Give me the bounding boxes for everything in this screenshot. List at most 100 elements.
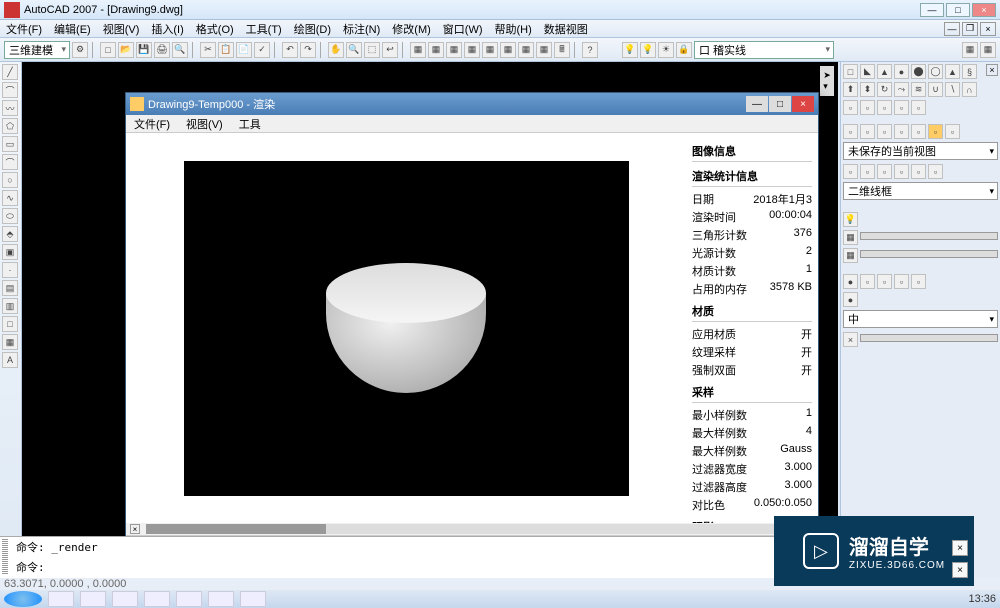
view-tool-e[interactable]: ▫ bbox=[911, 124, 926, 139]
point-icon[interactable]: · bbox=[2, 262, 18, 278]
material-c[interactable]: ▫ bbox=[877, 274, 892, 289]
layer-tool-a[interactable]: ▦ bbox=[962, 42, 978, 58]
vis-d[interactable]: ▫ bbox=[894, 164, 909, 179]
view-dropdown[interactable]: 未保存的当前视图 bbox=[843, 142, 998, 160]
tb-a[interactable]: ▦ bbox=[410, 42, 426, 58]
block-icon[interactable]: ▣ bbox=[2, 244, 18, 260]
taskbar-item-2[interactable] bbox=[80, 591, 106, 607]
doc-close[interactable]: × bbox=[980, 22, 996, 36]
taskbar-item-3[interactable] bbox=[112, 591, 138, 607]
render-maximize[interactable]: □ bbox=[769, 96, 791, 112]
material-b[interactable]: ▫ bbox=[860, 274, 875, 289]
circle-icon[interactable]: ○ bbox=[2, 172, 18, 188]
minimize-button[interactable]: — bbox=[920, 3, 944, 17]
doc-restore[interactable]: ❐ bbox=[962, 22, 978, 36]
solid-cone-icon[interactable]: ▲ bbox=[877, 64, 892, 79]
polyline-icon[interactable]: 〰 bbox=[2, 100, 18, 116]
taskbar-item-6[interactable] bbox=[208, 591, 234, 607]
help-icon[interactable]: ? bbox=[582, 42, 598, 58]
solid-edit-e[interactable]: ▫ bbox=[911, 100, 926, 115]
cut-icon[interactable]: ✂ bbox=[200, 42, 216, 58]
zoom-icon[interactable]: 🔍 bbox=[346, 42, 362, 58]
scroll-track[interactable] bbox=[146, 524, 814, 534]
solid-helix-icon[interactable]: § bbox=[962, 64, 977, 79]
undo-icon[interactable]: ↶ bbox=[282, 42, 298, 58]
new-icon[interactable]: □ bbox=[100, 42, 116, 58]
tool-settings-icon[interactable]: ⚙ bbox=[72, 42, 88, 58]
view-tool-a[interactable]: ▫ bbox=[843, 124, 858, 139]
menu-insert[interactable]: 插入(I) bbox=[145, 21, 189, 37]
hatch-icon[interactable]: ▤ bbox=[2, 280, 18, 296]
scroll-close-icon[interactable]: × bbox=[130, 524, 140, 534]
solid-wedge-icon[interactable]: ◣ bbox=[860, 64, 875, 79]
render-minimize[interactable]: — bbox=[746, 96, 768, 112]
workspace-dropdown[interactable]: 三维建模 bbox=[4, 41, 70, 59]
taskbar-clock[interactable]: 13:36 bbox=[968, 593, 996, 605]
extrude-icon[interactable]: ⬆ bbox=[843, 82, 858, 97]
taskbar-item-7[interactable] bbox=[240, 591, 266, 607]
tb-g[interactable]: ▦ bbox=[518, 42, 534, 58]
subtract-icon[interactable]: ∖ bbox=[945, 82, 960, 97]
vis-e[interactable]: ▫ bbox=[911, 164, 926, 179]
menu-file[interactable]: 文件(F) bbox=[0, 21, 48, 37]
solid-edit-c[interactable]: ▫ bbox=[877, 100, 892, 115]
loft-icon[interactable]: ≋ bbox=[911, 82, 926, 97]
maximize-button[interactable]: □ bbox=[946, 3, 970, 17]
vis-c[interactable]: ▫ bbox=[877, 164, 892, 179]
copy-icon[interactable]: 📋 bbox=[218, 42, 234, 58]
solid-edit-b[interactable]: ▫ bbox=[860, 100, 875, 115]
menu-tools[interactable]: 工具(T) bbox=[240, 21, 288, 37]
open-icon[interactable]: 📂 bbox=[118, 42, 134, 58]
solid-edit-a[interactable]: ▫ bbox=[843, 100, 858, 115]
menu-modify[interactable]: 修改(M) bbox=[386, 21, 437, 37]
render-a[interactable]: ● bbox=[843, 292, 858, 307]
solid-torus-icon[interactable]: ◯ bbox=[928, 64, 943, 79]
save-icon[interactable]: 💾 bbox=[136, 42, 152, 58]
menu-dataview[interactable]: 数据视图 bbox=[538, 21, 594, 37]
zoom-window-icon[interactable]: ⬚ bbox=[364, 42, 380, 58]
union-icon[interactable]: ∪ bbox=[928, 82, 943, 97]
menu-format[interactable]: 格式(O) bbox=[190, 21, 240, 37]
close-button[interactable]: × bbox=[972, 3, 996, 17]
menu-edit[interactable]: 编辑(E) bbox=[48, 21, 97, 37]
tb-f[interactable]: ▦ bbox=[500, 42, 516, 58]
print-icon[interactable]: 🖨 bbox=[154, 42, 170, 58]
render-menu-view[interactable]: 视图(V) bbox=[178, 116, 231, 132]
paste-icon[interactable]: 📄 bbox=[236, 42, 252, 58]
polygon-icon[interactable]: ⬠ bbox=[2, 118, 18, 134]
sun-icon[interactable]: ☀ bbox=[658, 42, 674, 58]
taskbar-item-4[interactable] bbox=[144, 591, 170, 607]
preview-icon[interactable]: 🔍 bbox=[172, 42, 188, 58]
spline-icon[interactable]: ∿ bbox=[2, 190, 18, 206]
solid-edit-d[interactable]: ▫ bbox=[894, 100, 909, 115]
lock-icon[interactable]: 🔒 bbox=[676, 42, 692, 58]
slider-icon-a[interactable]: ▦ bbox=[843, 230, 858, 245]
tb-e[interactable]: ▦ bbox=[482, 42, 498, 58]
view-tool-d[interactable]: ▫ bbox=[894, 124, 909, 139]
panel-close-icon[interactable]: × bbox=[986, 64, 998, 76]
doc-minimize[interactable]: — bbox=[944, 22, 960, 36]
render-close-icon[interactable]: × bbox=[843, 332, 858, 347]
arc-icon[interactable]: ⌒ bbox=[2, 82, 18, 98]
slider-b[interactable] bbox=[860, 250, 998, 258]
rectangle-icon[interactable]: ▭ bbox=[2, 136, 18, 152]
overlay-close-2[interactable]: × bbox=[952, 540, 968, 556]
view-tool-g[interactable]: ▫ bbox=[945, 124, 960, 139]
ellipse-arc-icon[interactable]: ⬘ bbox=[2, 226, 18, 242]
solid-pyramid-icon[interactable]: ▲ bbox=[945, 64, 960, 79]
bulb2-icon[interactable]: 💡 bbox=[640, 42, 656, 58]
solid-box-icon[interactable]: □ bbox=[843, 64, 858, 79]
material-e[interactable]: ▫ bbox=[911, 274, 926, 289]
layer-tool-b[interactable]: ▦ bbox=[980, 42, 996, 58]
calculator-icon[interactable]: 🖩 bbox=[554, 42, 570, 58]
intersect-icon[interactable]: ∩ bbox=[962, 82, 977, 97]
light-icon[interactable]: 💡 bbox=[622, 42, 638, 58]
render-menu-file[interactable]: 文件(F) bbox=[126, 116, 178, 132]
arc2-icon[interactable]: ⌒ bbox=[2, 154, 18, 170]
command-prompt[interactable]: 命令: bbox=[12, 557, 838, 577]
render-titlebar[interactable]: Drawing9-Temp000 - 渲染 — □ × bbox=[126, 93, 818, 115]
region-icon[interactable]: □ bbox=[2, 316, 18, 332]
render-quality-dropdown[interactable]: 中 bbox=[843, 310, 998, 328]
layer-dropdown[interactable]: 口 稽实线 bbox=[694, 41, 834, 59]
taskbar-item-1[interactable] bbox=[48, 591, 74, 607]
